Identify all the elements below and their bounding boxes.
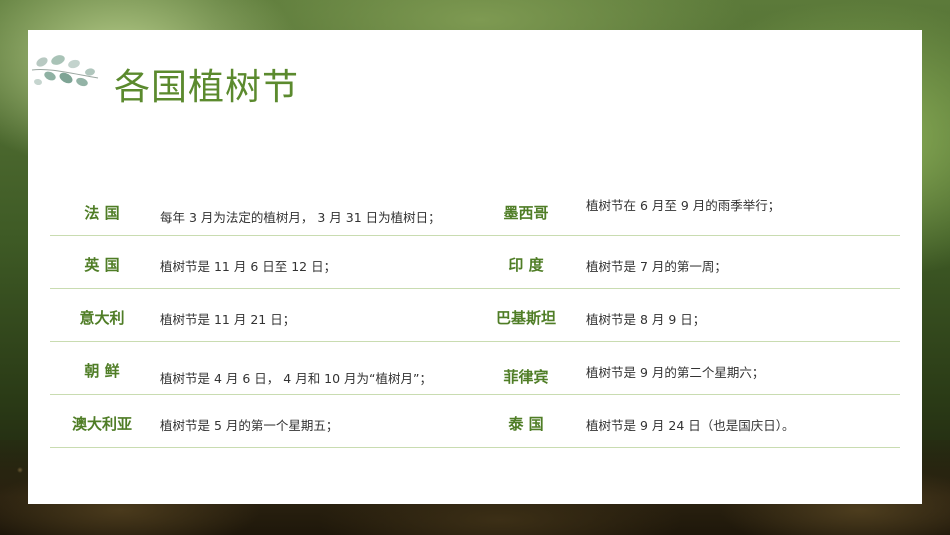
country-label: 印 度 — [508, 256, 544, 274]
arbor-day-desc: 植树节是 8 月 9 日； — [586, 312, 706, 327]
table-row: 法 国 每年 3 月为法定的植树月， 3 月 31 日为植树日； 墨西哥 植树节… — [50, 182, 900, 236]
country-label: 菲律宾 — [503, 368, 549, 386]
country-label: 朝 鲜 — [84, 362, 120, 380]
arbor-day-desc: 植树节在 6 月至 9 月的雨季举行； — [586, 198, 781, 213]
arbor-day-desc: 植树节是 11 月 21 日； — [160, 312, 296, 327]
eucalyptus-leaf-icon — [31, 55, 99, 87]
arbor-day-desc: 植树节是 9 月 24 日（也是国庆日）。 — [586, 418, 795, 433]
country-label: 巴基斯坦 — [495, 309, 556, 327]
content-card: 各国植树节 法 国 每年 3 月为法定的植树月， 3 月 31 日为植树日； 墨… — [28, 30, 922, 504]
arbor-day-desc: 植树节是 9 月的第二个星期六； — [586, 365, 765, 380]
table-row: 英 国 植树节是 11 月 6 日至 12 日； 印 度 植树节是 7 月的第一… — [50, 236, 900, 289]
arbor-day-desc: 植树节是 11 月 6 日至 12 日； — [160, 259, 337, 274]
country-label: 法 国 — [84, 204, 120, 222]
arbor-day-desc: 植树节是 5 月的第一个星期五； — [160, 418, 339, 433]
page-title: 各国植树节 — [114, 67, 300, 108]
arbor-day-desc: 植树节是 4 月 6 日， 4 月和 10 月为“植树月”； — [160, 371, 433, 386]
table-row: 澳大利亚 植树节是 5 月的第一个星期五； 泰 国 植树节是 9 月 24 日（… — [50, 395, 900, 448]
table-row: 朝 鲜 植树节是 4 月 6 日， 4 月和 10 月为“植树月”； 菲律宾 植… — [50, 342, 900, 395]
arbor-day-desc: 植树节是 7 月的第一周； — [586, 259, 727, 274]
country-label: 澳大利亚 — [71, 415, 132, 433]
country-label: 泰 国 — [508, 415, 544, 433]
arbor-day-desc: 每年 3 月为法定的植树月， 3 月 31 日为植树日； — [160, 210, 441, 225]
arbor-day-table: 法 国 每年 3 月为法定的植树月， 3 月 31 日为植树日； 墨西哥 植树节… — [50, 182, 900, 448]
country-label: 意大利 — [79, 309, 125, 327]
country-label: 墨西哥 — [503, 204, 549, 222]
country-label: 英 国 — [84, 256, 120, 274]
table-row: 意大利 植树节是 11 月 21 日； 巴基斯坦 植树节是 8 月 9 日； — [50, 289, 900, 342]
